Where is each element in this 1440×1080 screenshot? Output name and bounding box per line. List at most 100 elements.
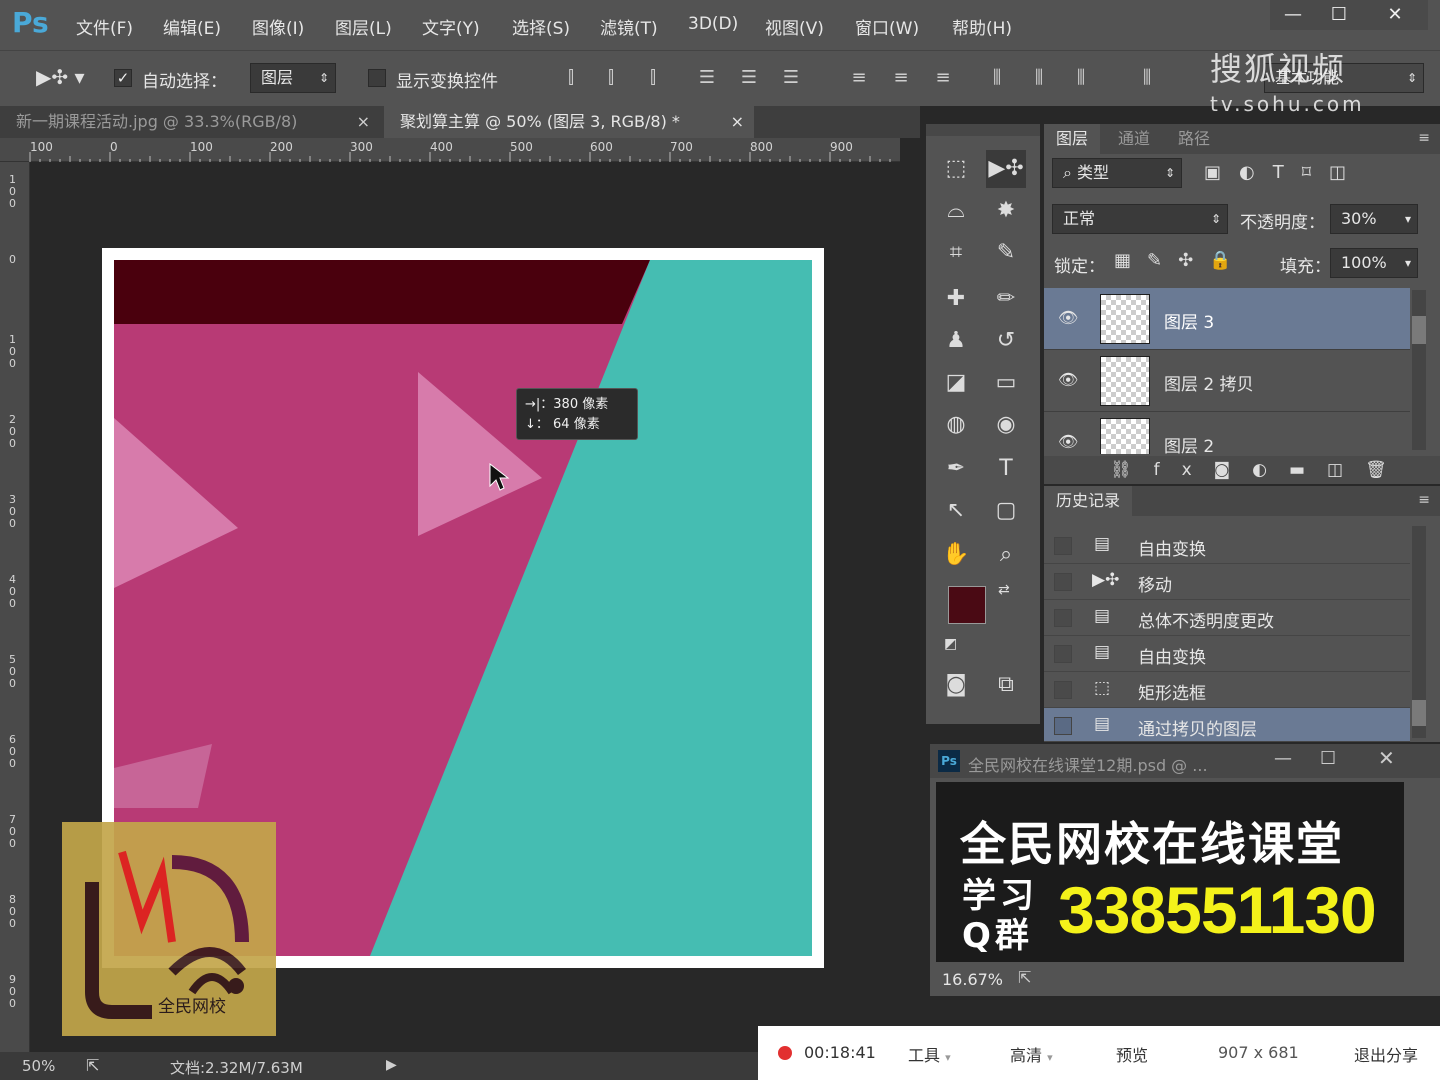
brush-tool-icon[interactable]: ✏ [986, 280, 1026, 318]
move-tool-icon[interactable]: ▶✣ [986, 150, 1026, 188]
zoom-tool-icon[interactable]: ⌕ [986, 536, 1026, 574]
type-tool-icon[interactable]: T [986, 450, 1026, 488]
distribute-left-icon[interactable]: ⫼ [984, 67, 1010, 89]
scrollbar-thumb[interactable] [1412, 316, 1426, 344]
close-button[interactable]: ✕ [1362, 0, 1428, 30]
blur-tool-icon[interactable]: ◍ [936, 406, 976, 444]
history-snapshot-box[interactable] [1054, 537, 1072, 555]
distribute-right-icon[interactable]: ⫼ [1068, 67, 1094, 89]
scrollbar-thumb[interactable] [1412, 700, 1426, 726]
tab-close-icon[interactable]: × [731, 106, 744, 138]
dodge-tool-icon[interactable]: ◉ [986, 406, 1026, 444]
maximize-icon[interactable]: ☐ [1320, 748, 1336, 769]
distribute-top-icon[interactable]: ≡ [846, 67, 872, 89]
blend-mode-dropdown[interactable]: 正常 ⇕ [1052, 204, 1228, 234]
history-snapshot-box[interactable] [1054, 609, 1072, 627]
layer-filter-icons[interactable]: ▣◐T⌑◫ [1204, 162, 1364, 183]
foreground-color-swatch[interactable] [948, 586, 986, 624]
menu-image[interactable]: 图像(I) [252, 14, 304, 39]
eraser-tool-icon[interactable]: ◪ [936, 364, 976, 402]
menu-view[interactable]: 视图(V) [765, 14, 824, 39]
move-tool-icon[interactable]: ▶✣ ▾ [36, 65, 85, 89]
menu-layer[interactable]: 图层(L) [335, 14, 392, 39]
screen-mode-icon[interactable]: ⧉ [986, 666, 1026, 704]
distribute-hcenter-icon[interactable]: ⫼ [1026, 67, 1052, 89]
menu-type[interactable]: 文字(Y) [422, 14, 480, 39]
tab-channels[interactable]: 通道 [1106, 124, 1162, 154]
minimize-button[interactable]: — [1270, 0, 1316, 30]
history-item[interactable]: ▤ 自由变换 [1044, 636, 1410, 672]
exit-share-button[interactable]: 退出分享 [1354, 1042, 1418, 1066]
history-title[interactable]: 历史记录 [1044, 486, 1133, 516]
layers-scrollbar[interactable] [1412, 290, 1426, 450]
history-item[interactable]: ▤ 自由变换 [1044, 528, 1410, 564]
eye-icon[interactable]: 👁 [1058, 370, 1078, 389]
menu-3d[interactable]: 3D(D) [688, 14, 738, 34]
auto-align-icon[interactable]: ⫼ [1134, 67, 1160, 89]
menu-select[interactable]: 选择(S) [512, 14, 570, 39]
tab-layers[interactable]: 图层 [1044, 124, 1101, 154]
history-item-selected[interactable]: ▤ 通过拷贝的图层 [1044, 708, 1410, 742]
layer-row[interactable]: 👁 图层 3 [1044, 288, 1410, 350]
preview-button[interactable]: 预览 [1116, 1042, 1148, 1066]
history-item[interactable]: ▤ 总体不透明度更改 [1044, 600, 1410, 636]
layer-row[interactable]: 👁 图层 2 拷贝 [1044, 350, 1410, 412]
healing-brush-tool-icon[interactable]: ✚ [936, 280, 976, 318]
align-hcenter-icon[interactable]: ☰ [736, 67, 762, 89]
quality-menu-button[interactable]: 高清 ▾ [1010, 1042, 1053, 1066]
tools-menu-button[interactable]: 工具 ▾ [908, 1042, 951, 1066]
history-item[interactable]: ▶✣ 移动 [1044, 564, 1410, 600]
panel-menu-icon[interactable]: ≡ [1418, 492, 1430, 508]
auto-select-checkbox[interactable]: ✓ [114, 69, 132, 87]
tab-active-document[interactable]: 聚划算主算 @ 50% (图层 3, RGB/8) * × [384, 106, 754, 138]
menu-window[interactable]: 窗口(W) [855, 14, 919, 39]
minimize-icon[interactable]: — [1274, 748, 1292, 769]
align-bottom-icon[interactable]: ⫿ [640, 67, 666, 89]
menu-edit[interactable]: 编辑(E) [163, 14, 221, 39]
menu-filter[interactable]: 滤镜(T) [600, 14, 658, 39]
tab-paths[interactable]: 路径 [1166, 124, 1222, 154]
history-item[interactable]: ⬚ 矩形选框 [1044, 672, 1410, 708]
swap-colors-icon[interactable]: ⇄ [998, 582, 1010, 598]
layer-row[interactable]: 👁 图层 2 [1044, 412, 1410, 454]
eyedropper-tool-icon[interactable]: ✎ [986, 234, 1026, 272]
tab-course-activity[interactable]: 新一期课程活动.jpg @ 33.3%(RGB/8) × [0, 106, 384, 138]
menu-help[interactable]: 帮助(H) [952, 14, 1012, 39]
lock-icons[interactable]: ▦✎✣🔒 [1114, 250, 1248, 271]
navigator-preview[interactable]: 全民网校在线课堂 学习Q群 338551130 [936, 782, 1404, 962]
pen-tool-icon[interactable]: ✒ [936, 450, 976, 488]
distribute-bottom-icon[interactable]: ≡ [930, 67, 956, 89]
layer-filter-dropdown[interactable]: ⌕ 类型 ⇕ [1052, 158, 1182, 188]
gradient-tool-icon[interactable]: ▭ [986, 364, 1026, 402]
align-top-icon[interactable]: ⫿ [558, 67, 584, 89]
history-brush-tool-icon[interactable]: ↺ [986, 322, 1026, 360]
opacity-field[interactable]: 30% ▾ [1330, 204, 1418, 234]
menu-file[interactable]: 文件(F) [76, 14, 133, 39]
history-snapshot-box[interactable] [1054, 681, 1072, 699]
align-right-icon[interactable]: ☰ [778, 67, 804, 89]
history-snapshot-box[interactable] [1054, 573, 1072, 591]
maximize-button[interactable]: ☐ [1316, 0, 1362, 30]
path-select-tool-icon[interactable]: ↖ [936, 492, 976, 530]
fill-field[interactable]: 100% ▾ [1330, 248, 1418, 278]
align-vcenter-icon[interactable]: ⫿ [598, 67, 624, 89]
hand-tool-icon[interactable]: ✋ [936, 536, 976, 574]
stamp-tool-icon[interactable]: ♟ [936, 322, 976, 360]
share-icon[interactable]: ⇱ [86, 1056, 99, 1075]
lasso-tool-icon[interactable]: ⌓ [936, 192, 976, 230]
eye-icon[interactable]: 👁 [1058, 308, 1078, 327]
status-menu-arrow-icon[interactable]: ▶ [386, 1057, 397, 1073]
tools-panel-grip[interactable] [926, 124, 1040, 136]
eye-icon[interactable]: 👁 [1058, 432, 1078, 451]
marquee-tool-icon[interactable]: ⬚ [936, 150, 976, 188]
navigator-zoom[interactable]: 16.67% [942, 970, 1003, 989]
history-snapshot-box[interactable] [1054, 717, 1072, 735]
tab-close-icon[interactable]: × [357, 106, 370, 138]
crop-tool-icon[interactable]: ⌗ [936, 234, 976, 272]
history-snapshot-box[interactable] [1054, 645, 1072, 663]
zoom-readout[interactable]: 50% [22, 1057, 55, 1075]
distribute-vcenter-icon[interactable]: ≡ [888, 67, 914, 89]
default-colors-icon[interactable]: ◩ [944, 636, 957, 652]
magic-wand-tool-icon[interactable]: ✸ [986, 192, 1026, 230]
share-icon[interactable]: ⇱ [1018, 968, 1031, 987]
